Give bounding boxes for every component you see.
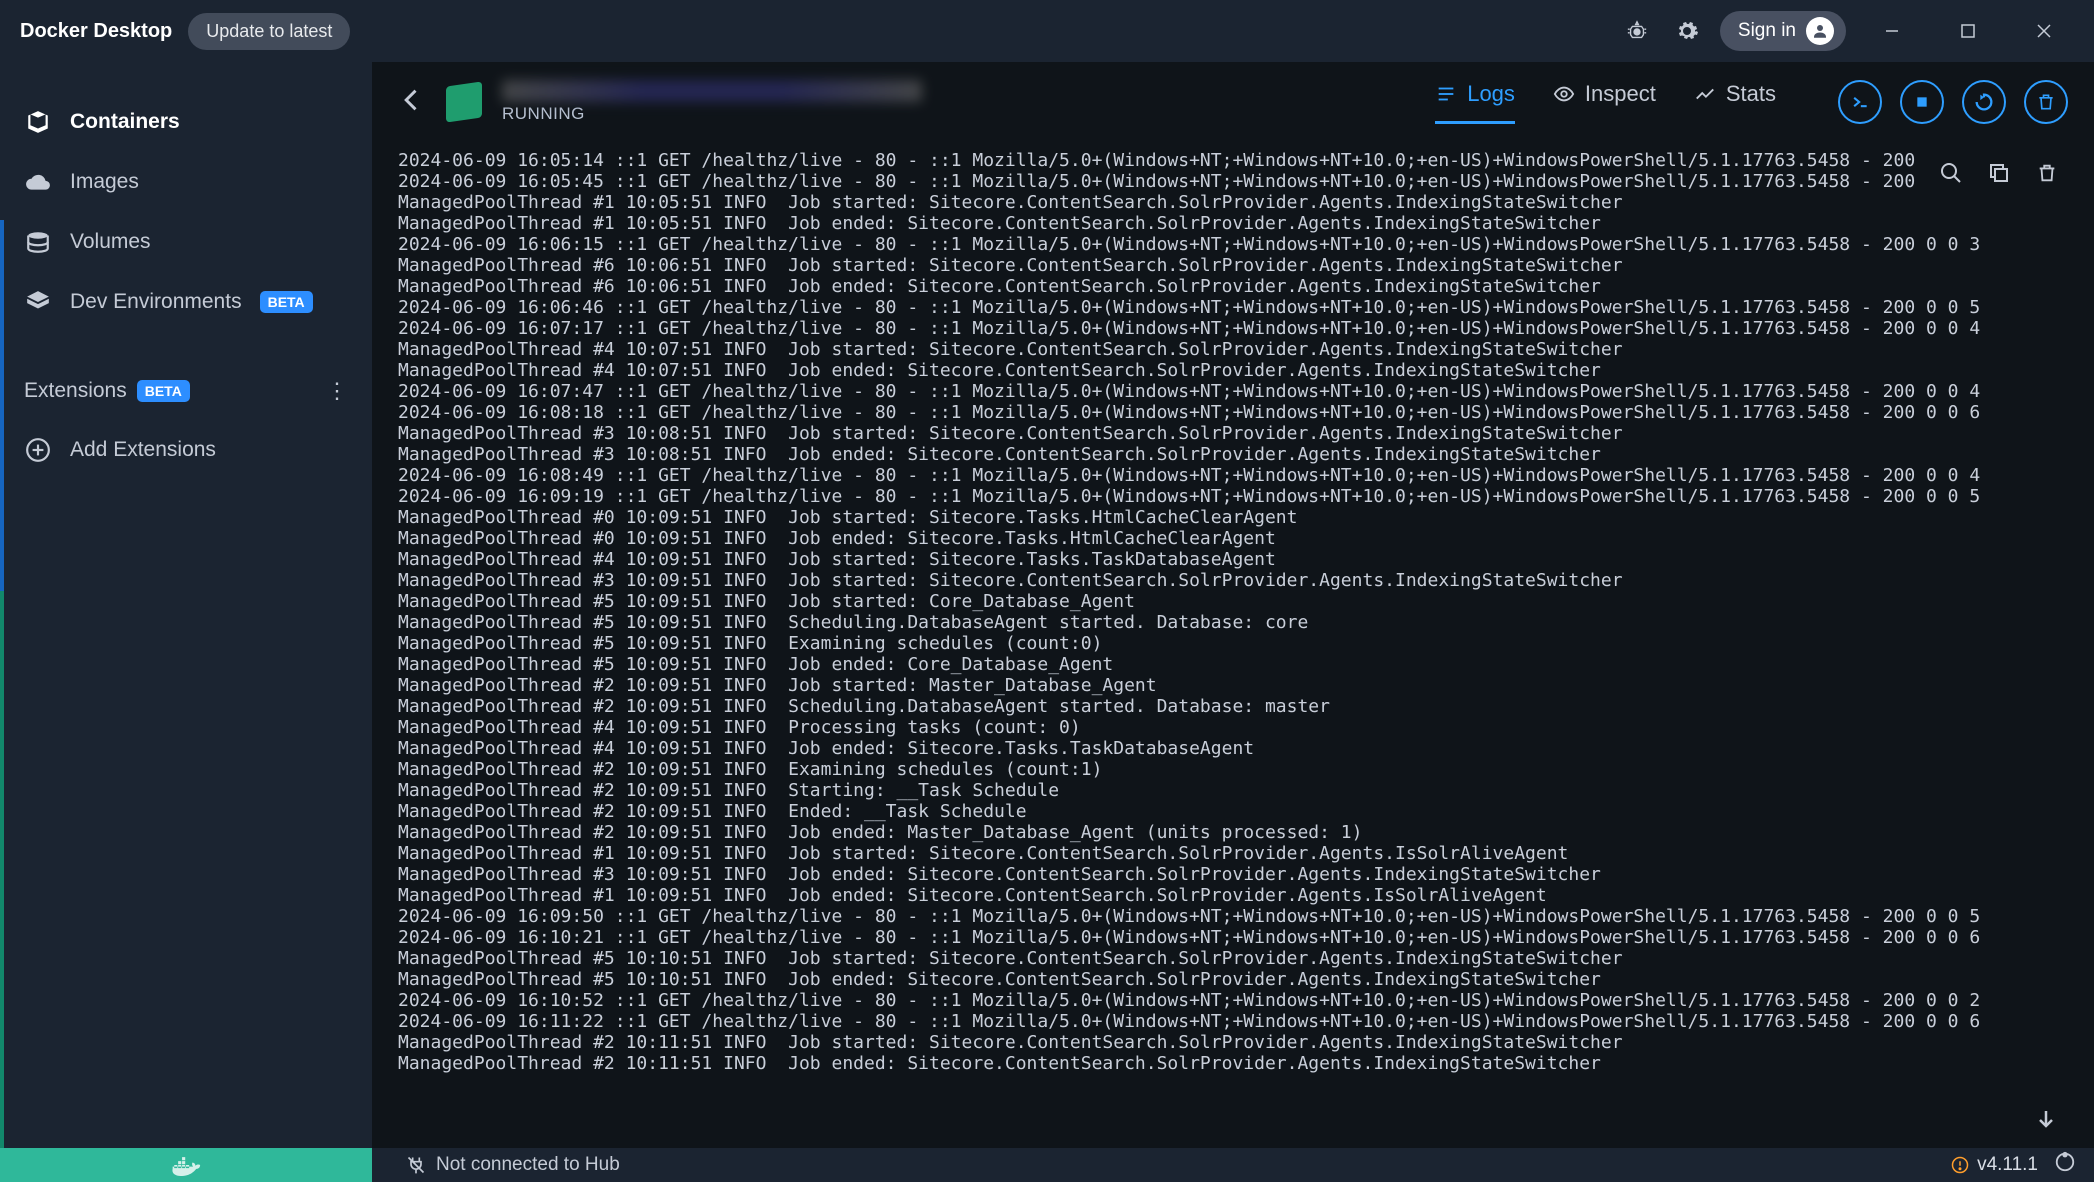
signin-label: Sign in (1738, 20, 1796, 42)
container-status: RUNNING (502, 104, 922, 124)
sidebar-item-dev-environments[interactable]: Dev Environments BETA (0, 272, 372, 332)
engine-status[interactable] (0, 1148, 372, 1182)
extensions-header: Extensions BETA ⋮ (0, 362, 372, 420)
container-actions (1838, 80, 2068, 124)
maximize-button[interactable] (1938, 11, 1998, 51)
sidebar-item-label: Volumes (70, 230, 151, 254)
feedback-icon[interactable] (2054, 1151, 2076, 1179)
container-header: RUNNING Logs Inspect Stats (372, 62, 2094, 124)
tab-stats[interactable]: Stats (1694, 81, 1776, 124)
back-button[interactable] (398, 86, 426, 119)
plus-circle-icon (24, 436, 52, 464)
tab-label: Stats (1726, 81, 1776, 107)
tab-logs[interactable]: Logs (1435, 81, 1515, 124)
log-toolbar (1918, 150, 2080, 196)
signin-button[interactable]: Sign in (1720, 11, 1846, 51)
kebab-icon[interactable]: ⋮ (326, 378, 348, 404)
sidebar-item-volumes[interactable]: Volumes (0, 212, 372, 272)
tab-inspect[interactable]: Inspect (1553, 81, 1656, 124)
left-accent-decoration (0, 220, 4, 1148)
exec-button[interactable] (1838, 80, 1882, 124)
tab-label: Logs (1467, 81, 1515, 107)
sidebar-item-label: Add Extensions (70, 438, 216, 462)
hub-status: Not connected to Hub (406, 1154, 620, 1176)
log-output[interactable]: 2024-06-09 16:05:14 ::1 GET /healthz/liv… (372, 150, 2080, 1074)
gear-icon[interactable] (1670, 14, 1704, 48)
container-icon (24, 108, 52, 136)
stop-button[interactable] (1900, 80, 1944, 124)
avatar-icon (1806, 17, 1834, 45)
container-icon (446, 81, 482, 122)
hub-status-label: Not connected to Hub (436, 1154, 620, 1176)
minimize-button[interactable] (1862, 11, 1922, 51)
content-area: RUNNING Logs Inspect Stats (372, 62, 2094, 1148)
tab-label: Inspect (1585, 81, 1656, 107)
disk-icon (24, 228, 52, 256)
close-button[interactable] (2014, 11, 2074, 51)
sidebar-item-label: Dev Environments (70, 290, 242, 314)
container-name (502, 80, 922, 102)
version-label: v4.11.1 (1977, 1154, 2038, 1176)
beta-badge: BETA (137, 380, 190, 402)
tabs: Logs Inspect Stats (1435, 81, 1776, 124)
restart-button[interactable] (1962, 80, 2006, 124)
sidebar-item-containers[interactable]: Containers (0, 92, 372, 152)
plug-off-icon (406, 1155, 426, 1175)
delete-button[interactable] (2024, 80, 2068, 124)
bug-icon[interactable] (1620, 14, 1654, 48)
titlebar: Docker Desktop Update to latest Sign in (0, 0, 2094, 62)
app-title: Docker Desktop (20, 20, 172, 43)
sidebar: Containers Images Volumes Dev Environmen… (0, 62, 372, 1148)
copy-icon[interactable] (1984, 158, 2014, 188)
update-button[interactable]: Update to latest (188, 13, 350, 50)
beta-badge: BETA (260, 291, 313, 313)
status-bar: Not connected to Hub v4.11.1 (0, 1148, 2094, 1182)
sidebar-item-label: Containers (70, 110, 180, 134)
scroll-down-icon[interactable] (2034, 1107, 2058, 1136)
version[interactable]: v4.11.1 (1951, 1154, 2038, 1176)
sidebar-item-images[interactable]: Images (0, 152, 372, 212)
search-icon[interactable] (1936, 158, 1966, 188)
extensions-label: Extensions (24, 379, 127, 403)
sidebar-item-add-extensions[interactable]: Add Extensions (0, 420, 372, 480)
trash-icon[interactable] (2032, 158, 2062, 188)
layers-icon (24, 288, 52, 316)
logs-pane: 2024-06-09 16:05:14 ::1 GET /healthz/liv… (372, 150, 2080, 1148)
sidebar-item-label: Images (70, 170, 139, 194)
cloud-icon (24, 168, 52, 196)
warning-icon (1951, 1156, 1969, 1174)
